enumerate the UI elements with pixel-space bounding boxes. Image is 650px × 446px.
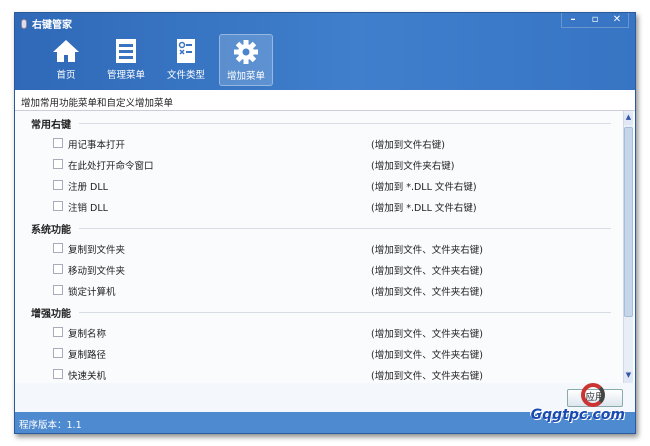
maximize-button[interactable]: ▫ xyxy=(584,13,606,27)
tab-home[interactable]: 首页 xyxy=(39,34,93,86)
option-note: (增加到文件、文件夹右键) xyxy=(371,350,483,361)
option-row[interactable]: 用记事本打开 (增加到文件右键) xyxy=(53,137,613,151)
tab-label: 文件类型 xyxy=(166,70,205,81)
window-controls: – ▫ ✕ xyxy=(561,13,629,28)
tab-manage-menu[interactable]: 管理菜单 xyxy=(99,34,153,86)
option-label: 复制路径 xyxy=(68,350,107,361)
option-row[interactable]: 复制名称 (增加到文件、文件夹右键) xyxy=(53,326,613,340)
watermark: Gqgtpc.com xyxy=(530,407,625,423)
section-title: 系统功能 xyxy=(31,225,71,236)
option-checkbox[interactable] xyxy=(53,159,63,169)
option-note: (增加到文件、文件夹右键) xyxy=(371,329,483,340)
option-label: 注册 DLL xyxy=(68,182,108,193)
option-checkbox[interactable] xyxy=(53,243,63,253)
option-checkbox[interactable] xyxy=(53,348,63,358)
section-header: 增强功能 xyxy=(31,305,611,320)
scroll-down-icon[interactable]: ▼ xyxy=(624,371,633,383)
tab-label: 首页 xyxy=(56,70,76,81)
home-icon xyxy=(53,40,79,62)
option-label: 复制到文件夹 xyxy=(68,245,126,256)
options-list: 常用右键用记事本打开 (增加到文件右键) 在此处打开命令窗口 (增加到文件夹右键) 注册… xyxy=(15,111,635,383)
scrollbar[interactable]: ▲ ▼ xyxy=(623,111,633,383)
option-note: (增加到 *.DLL 文件右键) xyxy=(371,203,477,214)
watermark-logo-icon xyxy=(581,383,605,407)
title-bar: 右键管家 xyxy=(21,16,72,31)
option-row[interactable]: 移动到文件夹 (增加到文件、文件夹右键) xyxy=(53,263,613,277)
option-note: (增加到文件、文件夹右键) xyxy=(371,245,483,256)
tab-label: 增加菜单 xyxy=(226,71,265,82)
option-checkbox[interactable] xyxy=(53,327,63,337)
page-subtitle: 增加常用功能菜单和自定义增加菜单 xyxy=(15,90,635,111)
option-note: (增加到文件、文件夹右键) xyxy=(371,371,483,382)
option-row[interactable]: 复制到文件夹 (增加到文件、文件夹右键) xyxy=(53,242,613,256)
section-header: 常用右键 xyxy=(31,116,611,131)
scroll-up-icon[interactable]: ▲ xyxy=(624,113,633,125)
minimize-button[interactable]: – xyxy=(562,13,584,27)
option-label: 锁定计算机 xyxy=(68,287,116,298)
app-logo-icon xyxy=(21,18,27,29)
option-note: (增加到文件右键) xyxy=(371,140,445,151)
option-note: (增加到文件、文件夹右键) xyxy=(371,287,483,298)
divider xyxy=(79,312,611,313)
section-header: 系统功能 xyxy=(31,221,611,236)
option-row[interactable]: 注销 DLL (增加到 *.DLL 文件右键) xyxy=(53,200,613,214)
list-icon xyxy=(116,39,136,63)
option-label: 在此处打开命令窗口 xyxy=(68,161,154,172)
option-checkbox[interactable] xyxy=(53,264,63,274)
option-row[interactable]: 复制路径 (增加到文件、文件夹右键) xyxy=(53,347,613,361)
option-label: 复制名称 xyxy=(68,329,107,340)
option-row[interactable]: 锁定计算机 (增加到文件、文件夹右键) xyxy=(53,284,613,298)
option-label: 移动到文件夹 xyxy=(68,266,126,277)
tab-add-menu[interactable]: 增加菜单 xyxy=(219,34,273,86)
option-checkbox[interactable] xyxy=(53,201,63,211)
option-label: 快速关机 xyxy=(68,371,107,382)
divider xyxy=(79,228,611,229)
file-type-icon xyxy=(177,39,195,63)
option-label: 注销 DLL xyxy=(68,203,108,214)
header: 右键管家 – ▫ ✕ 首页 管理菜单 文件类型 增加菜单 xyxy=(15,13,635,90)
section-title: 增强功能 xyxy=(31,309,71,320)
option-note: (增加到文件夹右键) xyxy=(371,161,455,172)
gear-icon xyxy=(234,40,258,64)
window-title: 右键管家 xyxy=(32,20,72,31)
option-row[interactable]: 注册 DLL (增加到 *.DLL 文件右键) xyxy=(53,179,613,193)
app-window: 右键管家 – ▫ ✕ 首页 管理菜单 文件类型 增加菜单 增加常用功能菜单和自定… xyxy=(14,12,636,434)
divider xyxy=(79,123,611,124)
section-title: 常用右键 xyxy=(31,120,71,131)
option-checkbox[interactable] xyxy=(53,369,63,379)
option-checkbox[interactable] xyxy=(53,180,63,190)
tab-file-types[interactable]: 文件类型 xyxy=(159,34,213,86)
option-row[interactable]: 在此处打开命令窗口 (增加到文件夹右键) xyxy=(53,158,613,172)
option-checkbox[interactable] xyxy=(53,285,63,295)
option-checkbox[interactable] xyxy=(53,138,63,148)
option-label: 用记事本打开 xyxy=(68,140,126,151)
tab-label: 管理菜单 xyxy=(106,70,145,81)
option-note: (增加到 *.DLL 文件右键) xyxy=(371,182,477,193)
option-row[interactable]: 快速关机 (增加到文件、文件夹右键) xyxy=(53,368,613,382)
option-note: (增加到文件、文件夹右键) xyxy=(371,266,483,277)
close-button[interactable]: ✕ xyxy=(606,13,628,27)
toolbar: 首页 管理菜单 文件类型 增加菜单 xyxy=(39,34,273,86)
scroll-thumb[interactable] xyxy=(624,127,633,317)
